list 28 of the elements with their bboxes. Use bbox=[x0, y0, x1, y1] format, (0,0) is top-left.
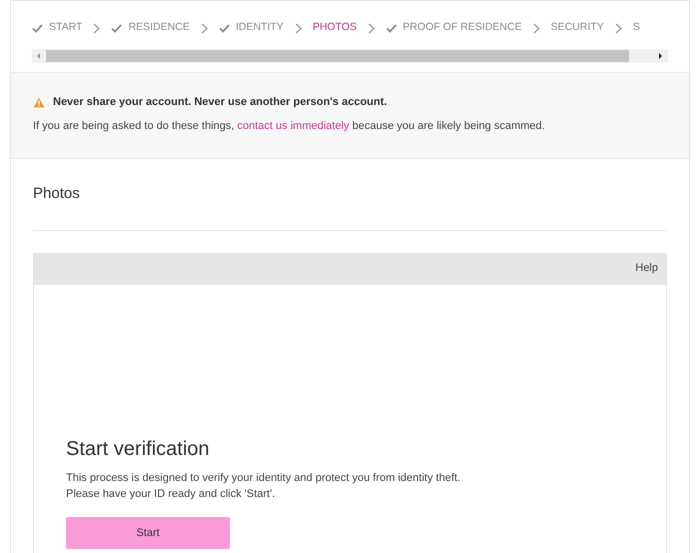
help-link[interactable]: Help bbox=[635, 260, 658, 277]
verification-text: This process is designed to verify your identity and protect you from identity theft. Please have your ID ready and click 'Start'. bbox=[66, 471, 462, 502]
scrollbar[interactable] bbox=[32, 49, 668, 63]
contact-link[interactable]: contact us immediately bbox=[237, 120, 350, 132]
warning-title: Never share your account. Never use another person's account. bbox=[53, 95, 387, 110]
check-icon bbox=[386, 24, 397, 32]
step-tab[interactable]: SECURITY bbox=[550, 20, 604, 36]
check-icon bbox=[111, 24, 122, 32]
step-tab[interactable]: S bbox=[632, 20, 640, 36]
step-tab[interactable]: PROOF OF RESIDENCE bbox=[386, 20, 522, 36]
step-tab[interactable]: PHOTOS bbox=[312, 20, 357, 36]
warning-text: If you are being asked to do these things, contact us immediately because you are likely being scammed. bbox=[33, 118, 546, 134]
warning-icon bbox=[33, 96, 45, 108]
step-tab[interactable]: IDENTITY bbox=[218, 20, 284, 36]
chevron-icon bbox=[614, 22, 622, 34]
step-tab[interactable]: START bbox=[32, 20, 82, 36]
chevron-icon bbox=[93, 22, 100, 34]
scrollbar-thumb[interactable] bbox=[46, 50, 629, 62]
chevron-icon bbox=[532, 22, 540, 34]
chevron-icon bbox=[368, 22, 375, 34]
chevron-icon bbox=[200, 22, 208, 34]
verification-title: Start verification bbox=[66, 437, 210, 462]
check-icon bbox=[218, 24, 230, 32]
start-button[interactable]: Start bbox=[66, 517, 230, 549]
check-icon bbox=[32, 24, 43, 32]
section-title: Photos bbox=[33, 184, 81, 204]
chevron-icon bbox=[294, 22, 302, 34]
step-tab[interactable]: RESIDENCE bbox=[111, 20, 190, 36]
